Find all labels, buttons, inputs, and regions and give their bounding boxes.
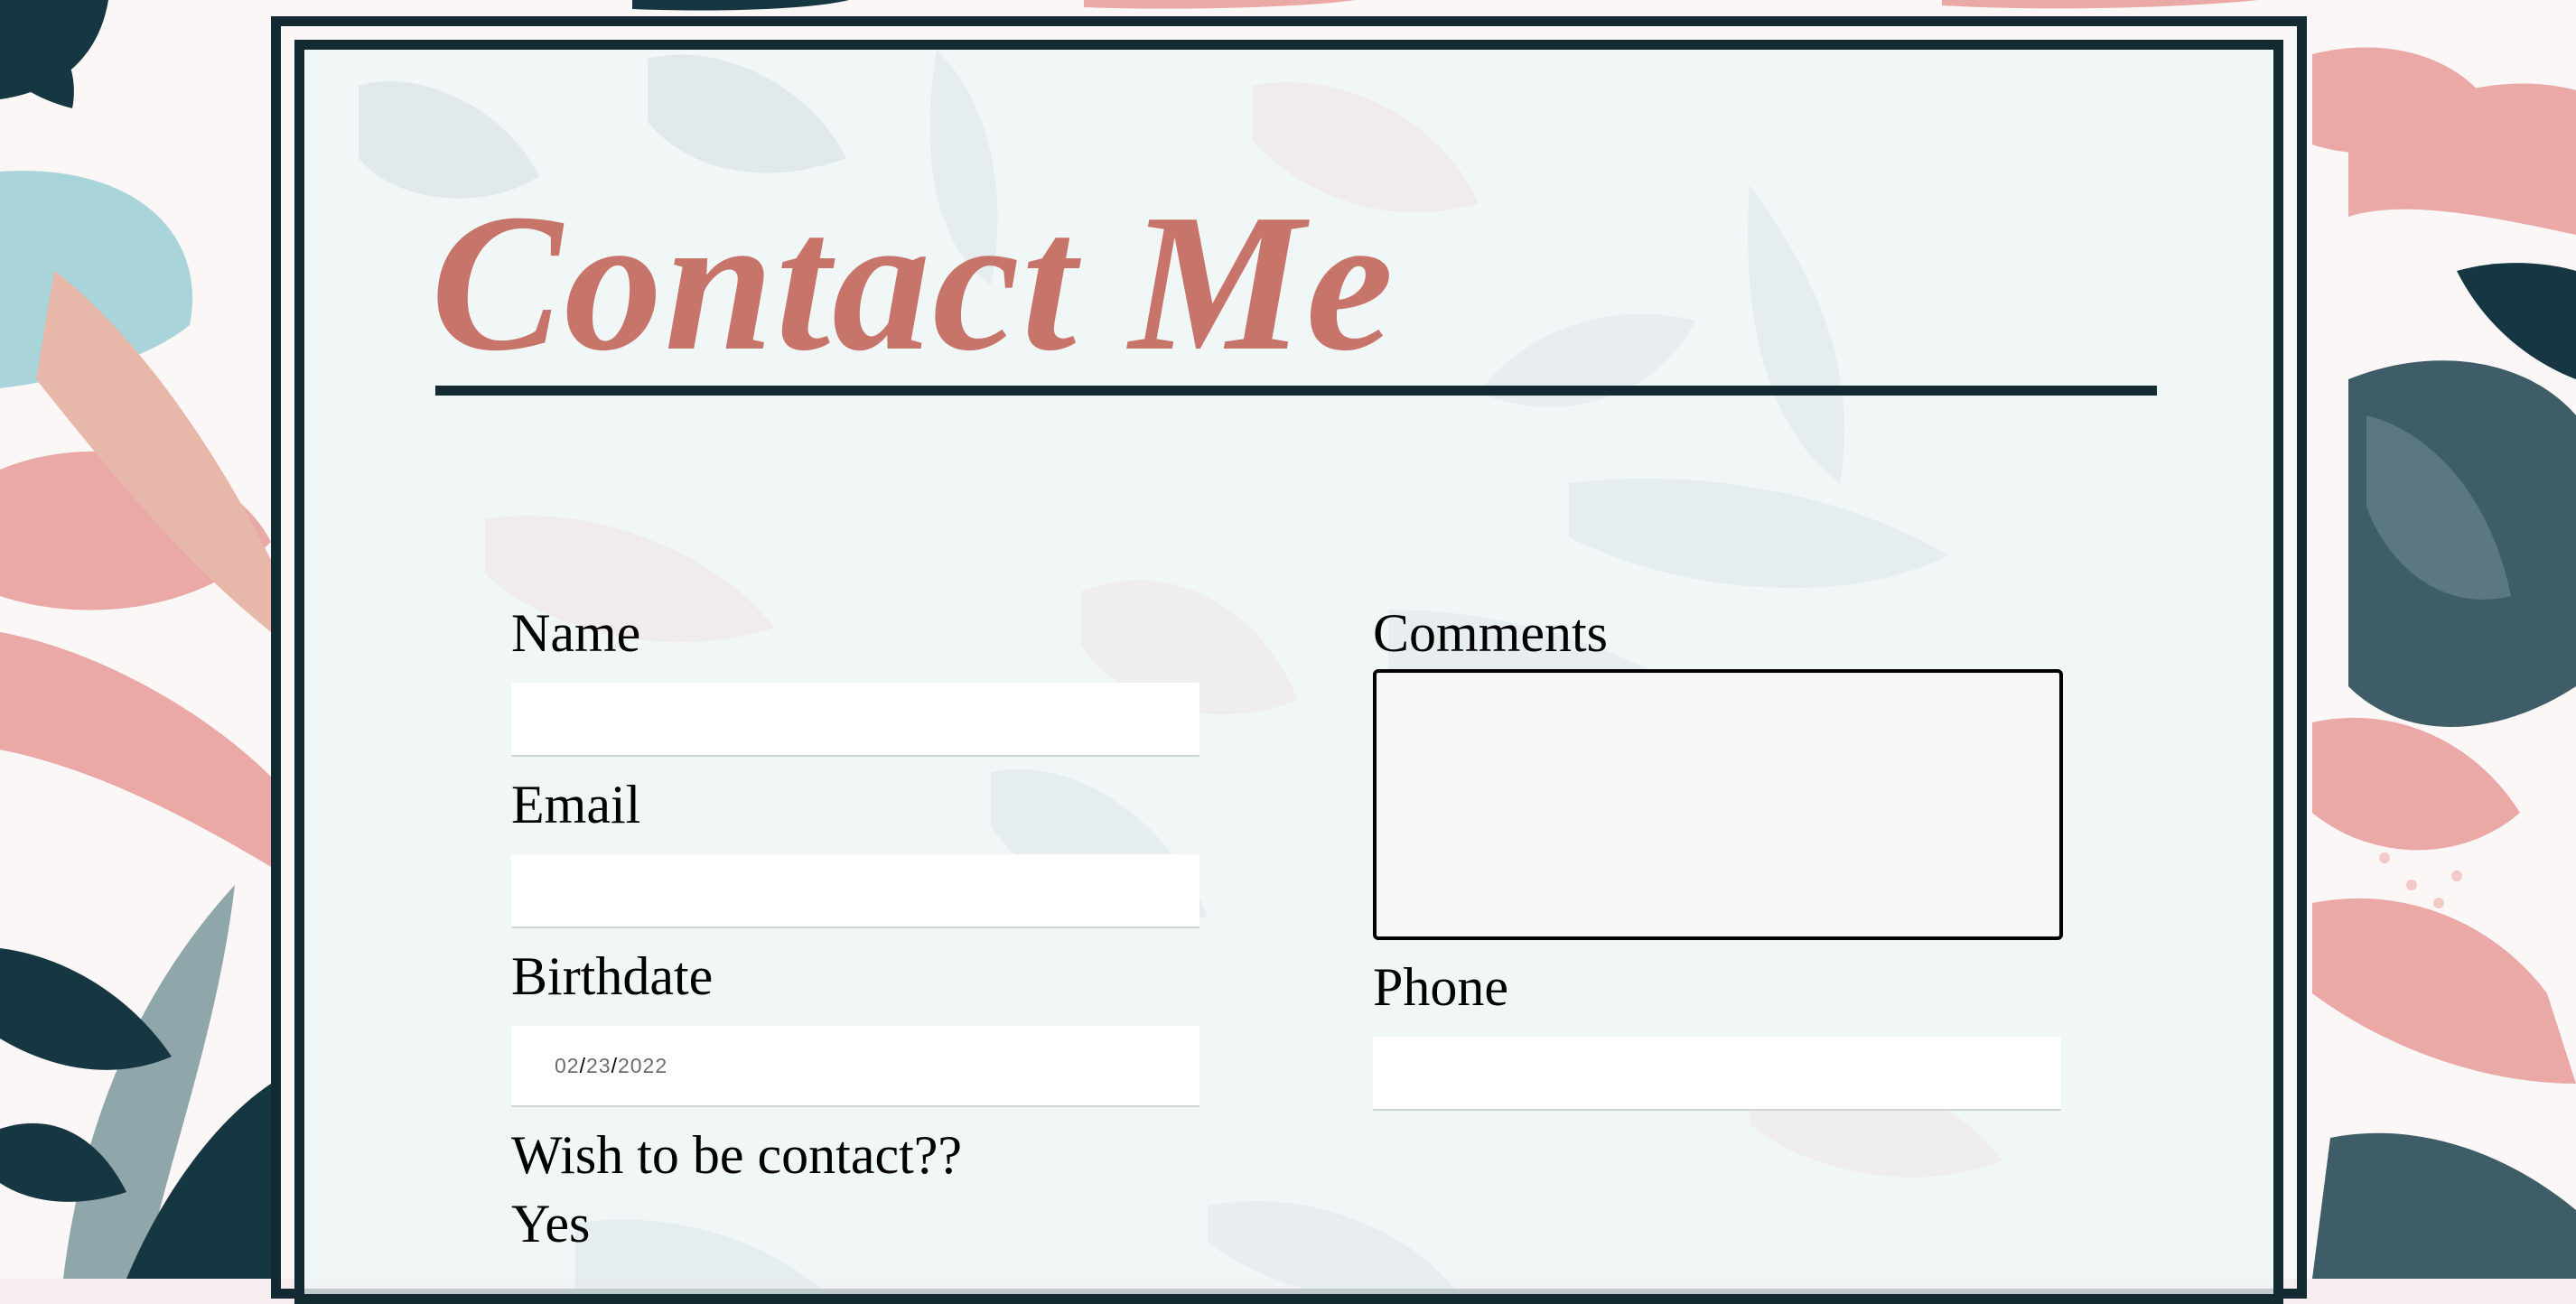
birthdate-year[interactable]: 2022 (618, 1054, 667, 1078)
name-input[interactable] (511, 683, 1199, 757)
birthdate-label: Birthdate (511, 946, 714, 1006)
contact-panel: Contact Me Name Email Birthdate 02/23/20… (294, 40, 2283, 1304)
phone-label: Phone (1373, 957, 1508, 1017)
birthdate-separator: / (611, 1053, 618, 1077)
birthdate-day[interactable]: 23 (586, 1054, 611, 1078)
email-input[interactable] (511, 854, 1199, 928)
name-label: Name (511, 603, 641, 663)
comments-label: Comments (1373, 603, 1609, 663)
wish-contact-yes-option[interactable]: Yes (511, 1197, 590, 1251)
comments-textarea[interactable] (1373, 669, 2063, 940)
page-title: Contact Me (431, 174, 1395, 392)
birthdate-input[interactable]: 02/23/2022 (511, 1026, 1199, 1107)
title-divider (435, 386, 2157, 396)
phone-input[interactable] (1373, 1037, 2061, 1111)
wish-contact-label: Wish to be contact?? (511, 1125, 963, 1185)
birthdate-separator: / (579, 1053, 586, 1077)
birthdate-month[interactable]: 02 (555, 1054, 580, 1078)
email-label: Email (511, 775, 641, 834)
